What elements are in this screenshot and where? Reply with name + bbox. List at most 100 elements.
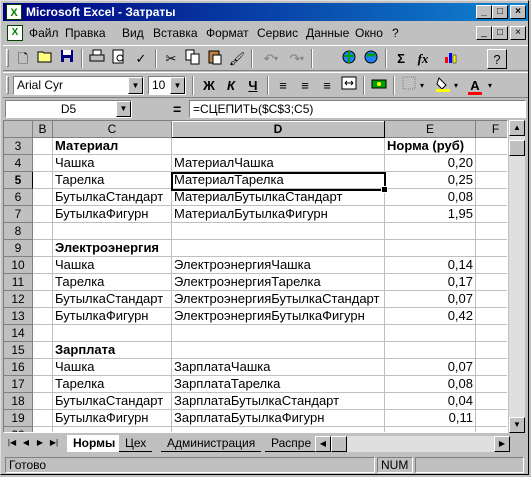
- row-header[interactable]: 7: [4, 206, 33, 223]
- row-header[interactable]: 19: [4, 410, 33, 427]
- column-header-b[interactable]: B: [33, 121, 53, 138]
- redo-dropdown-icon[interactable]: ▾: [297, 49, 307, 69]
- row-header[interactable]: 18: [4, 393, 33, 410]
- cell-empty[interactable]: [476, 359, 507, 376]
- first-sheet-icon[interactable]: |◀: [6, 436, 18, 450]
- cell-d[interactable]: ЭлектроэнергияЧашка: [172, 257, 385, 274]
- cell-empty[interactable]: [33, 325, 53, 342]
- cell-empty[interactable]: [33, 155, 53, 172]
- cut-icon[interactable]: ✂: [161, 49, 181, 69]
- cell-empty[interactable]: [476, 308, 507, 325]
- cell-empty[interactable]: [33, 410, 53, 427]
- cell-empty[interactable]: [476, 325, 507, 342]
- print-preview-icon[interactable]: [109, 49, 129, 69]
- cell-d[interactable]: [172, 325, 385, 342]
- cell-e[interactable]: [385, 342, 476, 359]
- cell-empty[interactable]: [33, 376, 53, 393]
- fill-color-dropdown-icon[interactable]: ▾: [451, 76, 461, 96]
- cell-e[interactable]: 0,17: [385, 274, 476, 291]
- menu-data[interactable]: Данные: [306, 26, 349, 40]
- underline-button[interactable]: Ч: [243, 76, 263, 96]
- undo-dropdown-icon[interactable]: ▾: [271, 49, 281, 69]
- cell-c[interactable]: Материал: [53, 138, 172, 155]
- align-center-icon[interactable]: ≡: [295, 76, 315, 96]
- cell-c[interactable]: Чашка: [53, 155, 172, 172]
- cell-empty[interactable]: [476, 342, 507, 359]
- hyperlink-icon[interactable]: [339, 49, 359, 69]
- next-sheet-icon[interactable]: ▶: [34, 436, 46, 450]
- sheet-tab-tseh[interactable]: Цех: [119, 435, 153, 452]
- row-header[interactable]: 16: [4, 359, 33, 376]
- function-icon[interactable]: fx: [413, 49, 433, 69]
- cell-d[interactable]: МатериалБутылкаФигурн: [172, 206, 385, 223]
- name-box[interactable]: D5 ▼: [5, 100, 132, 118]
- format-painter-icon[interactable]: 🖌: [227, 49, 247, 69]
- cell-c[interactable]: БутылкаСтандарт: [53, 291, 172, 308]
- column-header-f[interactable]: F: [476, 121, 507, 138]
- cell-e[interactable]: 0,11: [385, 410, 476, 427]
- font-name-combo[interactable]: Arial Cyr ▼: [13, 76, 144, 95]
- cell-empty[interactable]: [33, 206, 53, 223]
- cell-e[interactable]: 0,08: [385, 376, 476, 393]
- cell-c[interactable]: Чашка: [53, 257, 172, 274]
- web-toolbar-icon[interactable]: [361, 49, 381, 69]
- cell-e[interactable]: 0,07: [385, 359, 476, 376]
- cell-c[interactable]: БутылкаФигурн: [53, 206, 172, 223]
- cell-empty[interactable]: [476, 410, 507, 427]
- copy-icon[interactable]: [183, 49, 203, 69]
- menu-format[interactable]: Формат: [206, 26, 249, 40]
- cell-e[interactable]: [385, 223, 476, 240]
- save-disk-icon[interactable]: [57, 49, 77, 69]
- row-header[interactable]: 13: [4, 308, 33, 325]
- scroll-right-icon[interactable]: ▶: [494, 436, 510, 452]
- h-scroll-thumb[interactable]: [331, 436, 347, 452]
- new-document-icon[interactable]: 🗋: [13, 49, 33, 69]
- cell-empty[interactable]: [476, 427, 507, 432]
- paste-icon[interactable]: [205, 49, 225, 69]
- cell-empty[interactable]: [33, 393, 53, 410]
- cell-empty[interactable]: [476, 257, 507, 274]
- cell-empty[interactable]: [33, 138, 53, 155]
- print-icon[interactable]: [87, 49, 107, 69]
- toolbar-grip[interactable]: [6, 76, 9, 94]
- cell-d[interactable]: ЭлектроэнергияБутылкаФигурн: [172, 308, 385, 325]
- open-folder-icon[interactable]: [35, 49, 55, 69]
- cell-e[interactable]: 0,20: [385, 155, 476, 172]
- cell-c[interactable]: Тарелка: [53, 274, 172, 291]
- currency-icon[interactable]: [369, 76, 389, 96]
- formula-input[interactable]: =СЦЕПИТЬ($C$3;C5): [189, 100, 526, 118]
- column-header-d[interactable]: D: [172, 121, 385, 138]
- cell-e[interactable]: 0,04: [385, 393, 476, 410]
- borders-dropdown-icon[interactable]: ▾: [417, 76, 427, 96]
- close-button[interactable]: ×: [510, 5, 526, 19]
- cell-d[interactable]: [172, 240, 385, 257]
- cell-c[interactable]: Тарелка: [53, 172, 172, 189]
- help-assistant-icon[interactable]: ?: [487, 49, 507, 69]
- menu-insert[interactable]: Вставка: [153, 26, 198, 40]
- cell-empty[interactable]: [33, 189, 53, 206]
- font-color-dropdown-icon[interactable]: ▾: [485, 76, 495, 96]
- cell-empty[interactable]: [476, 376, 507, 393]
- spelling-icon[interactable]: ✓: [131, 49, 151, 69]
- cell-empty[interactable]: [476, 206, 507, 223]
- title-bar[interactable]: X Microsoft Excel - Затраты _ □ ×: [3, 3, 528, 21]
- align-left-icon[interactable]: ≡: [273, 76, 293, 96]
- cell-e[interactable]: [385, 325, 476, 342]
- sheet-tab-normy[interactable]: Нормы: [67, 435, 122, 452]
- scroll-up-icon[interactable]: ▲: [509, 120, 525, 136]
- select-all-corner[interactable]: [4, 121, 33, 138]
- doc-close-button[interactable]: ×: [510, 26, 526, 40]
- menu-file[interactable]: Файл: [29, 26, 59, 40]
- row-header[interactable]: 15: [4, 342, 33, 359]
- cell-empty[interactable]: [33, 274, 53, 291]
- doc-restore-button[interactable]: □: [492, 26, 508, 40]
- row-header[interactable]: 6: [4, 189, 33, 206]
- menu-view[interactable]: Вид: [122, 26, 144, 40]
- cell-d[interactable]: ЭлектроэнергияТарелка: [172, 274, 385, 291]
- minimize-button[interactable]: _: [476, 5, 492, 19]
- cell-d[interactable]: ЗарплатаТарелка: [172, 376, 385, 393]
- cell-d[interactable]: [172, 342, 385, 359]
- row-header[interactable]: 11: [4, 274, 33, 291]
- row-header[interactable]: 3: [4, 138, 33, 155]
- cell-c[interactable]: [53, 223, 172, 240]
